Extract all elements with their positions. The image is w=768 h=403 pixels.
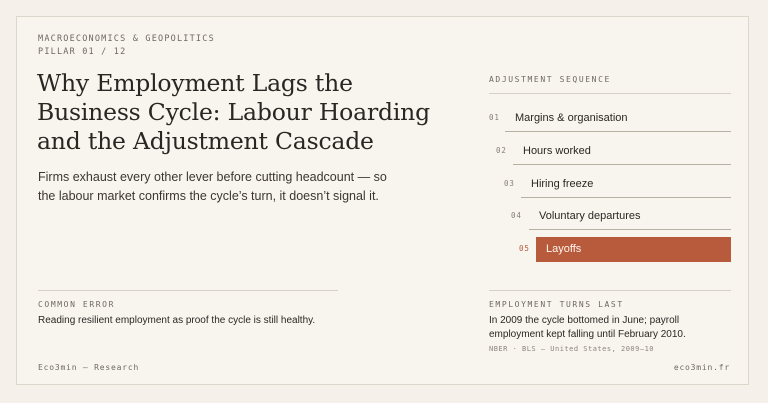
sequence-rule [489,93,731,94]
sequence-step-4: 04 Voluntary departures [511,202,731,231]
step-number: 05 [519,244,530,253]
sequence-label: ADJUSTMENT SEQUENCE [489,75,611,84]
sequence-step-3: 03 Hiring freeze [504,170,731,199]
step-number: 03 [504,179,515,188]
step-label: Margins & organisation [505,104,731,132]
step-number: 04 [511,211,522,220]
left-divider [38,290,338,291]
step-label: Hiring freeze [521,170,731,198]
page-title: Why Employment Lags the Business Cycle: … [37,69,430,155]
sequence-step-1: 01 Margins & organisation [489,104,731,133]
sequence-step-5: 05 Layoffs [519,235,731,264]
employment-turns-text: In 2009 the cycle bottomed in June; payr… [489,315,686,340]
card: MACROECONOMICS & GEOPOLITICS PILLAR 01 /… [16,16,749,385]
step-label: Hours worked [513,137,731,165]
step-number: 01 [489,113,500,122]
source-note: NBER · BLS — United States, 2009–10 [489,345,655,353]
category-kicker: MACROECONOMICS & GEOPOLITICS [38,34,215,44]
footer-brand: Eco3min — Research [38,363,140,372]
employment-turns-label: EMPLOYMENT TURNS LAST [489,300,624,309]
common-error-text: Reading resilient employment as proof th… [38,315,316,326]
page-subtitle: Firms exhaust every other lever before c… [38,170,387,203]
step-number: 02 [496,146,507,155]
common-error-label: COMMON ERROR [38,300,115,309]
sequence-step-2: 02 Hours worked [496,137,731,166]
step-label-active: Layoffs [536,237,731,262]
right-divider [489,290,731,291]
pillar-indicator: PILLAR 01 / 12 [38,47,127,57]
footer-url[interactable]: eco3min.fr [674,363,730,372]
step-label: Voluntary departures [529,202,731,230]
